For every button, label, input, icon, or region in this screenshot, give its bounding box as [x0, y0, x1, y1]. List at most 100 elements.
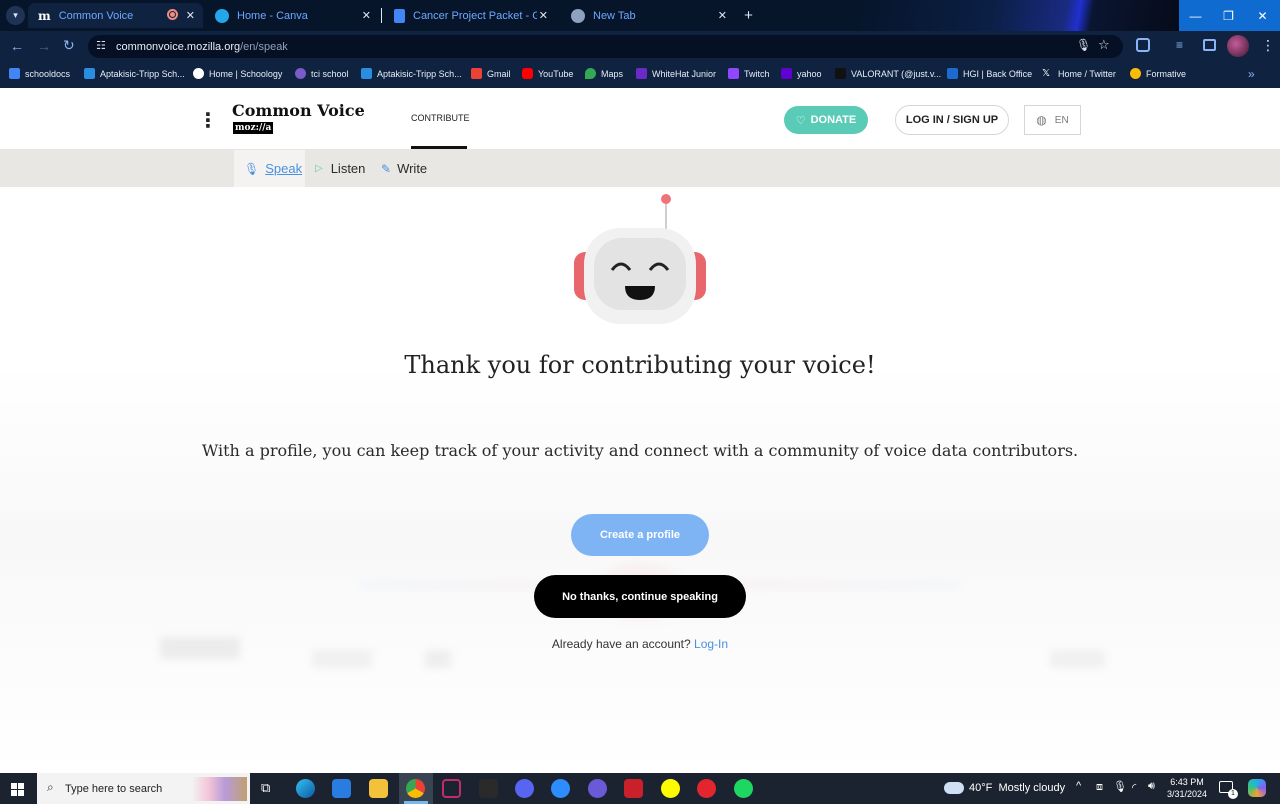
epic-games-icon[interactable]: [479, 779, 498, 798]
bookmark-label: HGI | Back Office: [963, 68, 1033, 79]
reload-icon[interactable]: ↻: [63, 37, 75, 54]
tab-common-voice[interactable]: m Common Voice ✕: [28, 3, 203, 28]
bookmark-star-icon[interactable]: ☆: [1098, 37, 1110, 53]
school-icon: [361, 68, 372, 79]
bookmark-label: tci school: [311, 68, 349, 79]
close-tab-icon[interactable]: ✕: [186, 9, 195, 22]
bookmark-item[interactable]: Maps: [585, 68, 623, 79]
clock-date: 3/31/2024: [1166, 789, 1208, 799]
bookmark-item[interactable]: yahoo: [781, 68, 822, 79]
subnav-listen[interactable]: ▷ Listen: [315, 150, 365, 187]
bookmark-item[interactable]: Gmail: [471, 68, 511, 79]
address-bar[interactable]: ☷ commonvoice.mozilla.org/en/speak 🎙 ☆: [88, 35, 1123, 58]
task-view-icon[interactable]: ⧉: [261, 780, 270, 796]
subnav-write[interactable]: ✎ Write: [381, 150, 427, 187]
chrome-icon[interactable]: [406, 779, 425, 798]
browser-menu-icon[interactable]: ⋮: [1261, 37, 1275, 54]
tray-microphone-icon[interactable]: 🎙︎: [1113, 780, 1127, 793]
bookmark-label: yahoo: [797, 68, 822, 79]
restore-button[interactable]: ❐: [1212, 0, 1245, 31]
login-signup-button[interactable]: LOG IN / SIGN UP: [895, 105, 1009, 135]
bookmark-item[interactable]: HGI | Back Office: [947, 68, 1032, 79]
notification-badge: 1: [1228, 789, 1238, 799]
microphone-icon[interactable]: 🎙: [1076, 38, 1091, 52]
minimize-icon: —: [1189, 8, 1202, 23]
donate-button[interactable]: ♡ DONATE: [784, 106, 868, 134]
language-selector[interactable]: ◍ EN: [1024, 105, 1081, 135]
continue-speaking-button[interactable]: No thanks, continue speaking: [534, 575, 746, 618]
back-arrow-icon[interactable]: ←: [10, 38, 24, 54]
spotify-icon[interactable]: [734, 779, 753, 798]
create-profile-button[interactable]: Create a profile: [571, 514, 709, 556]
bookmark-item[interactable]: Formative: [1130, 68, 1186, 79]
discord-icon[interactable]: [515, 779, 534, 798]
file-explorer-icon[interactable]: [369, 779, 388, 798]
tray-chevron-icon[interactable]: ^: [1076, 780, 1081, 792]
game-app-icon[interactable]: [624, 779, 643, 798]
more-bookmarks-icon[interactable]: »: [1248, 67, 1255, 81]
store-icon[interactable]: [332, 779, 351, 798]
new-tab-button[interactable]: +: [739, 6, 758, 25]
close-icon: ✕: [1257, 8, 1268, 23]
close-tab-icon[interactable]: ✕: [539, 9, 548, 22]
wifi-icon[interactable]: ◜: [1132, 781, 1136, 794]
bookmark-item[interactable]: schooldocs: [9, 68, 70, 79]
google-docs-icon: [394, 8, 405, 23]
windows-start-icon[interactable]: [11, 783, 24, 796]
recording-icon: [167, 9, 178, 20]
extensions-icon[interactable]: [1136, 38, 1150, 52]
volume-icon[interactable]: 🔊︎: [1148, 780, 1155, 793]
app-icon[interactable]: [442, 779, 461, 798]
snapchat-icon[interactable]: [661, 779, 680, 798]
bookmark-item[interactable]: 𝕏 Home / Twitter: [1042, 68, 1116, 79]
hgi-icon: [947, 68, 958, 79]
weather-text[interactable]: 40°F Mostly cloudy: [969, 782, 1065, 794]
tab-search-button[interactable]: ▾: [6, 6, 25, 25]
nav-contribute[interactable]: CONTRIBUTE: [411, 113, 470, 123]
side-panel-icon[interactable]: [1203, 39, 1216, 51]
edge-icon[interactable]: [296, 779, 315, 798]
background-ghost: [425, 650, 451, 668]
tab-google-docs[interactable]: Cancer Project Packet - Google Docs ✕: [384, 3, 556, 28]
tab-label: Common Voice: [58, 9, 134, 22]
site-menu-icon[interactable]: ⋮: [198, 108, 218, 133]
close-tab-icon[interactable]: ✕: [718, 9, 727, 22]
login-link[interactable]: Log-In: [694, 637, 728, 651]
bookmark-item[interactable]: VALORANT (@just.v...: [835, 68, 941, 79]
bookmark-item[interactable]: Aptakisic-Tripp Sch...: [361, 68, 462, 79]
tray-app-icon[interactable]: ⧈: [1096, 781, 1103, 794]
close-window-button[interactable]: ✕: [1245, 0, 1280, 31]
bookmark-item[interactable]: WhiteHat Junior: [636, 68, 716, 79]
bookmark-item[interactable]: Home | Schoology: [193, 68, 282, 79]
bookmark-item[interactable]: YouTube: [522, 68, 573, 79]
subnav-label: Write: [397, 161, 428, 176]
copilot-icon[interactable]: [1248, 779, 1266, 797]
close-tab-icon[interactable]: ✕: [362, 9, 371, 22]
subnav-speak[interactable]: 🎙︎ Speak: [234, 150, 305, 187]
school-icon: [84, 68, 95, 79]
bookmark-item[interactable]: Twitch: [728, 68, 770, 79]
tab-new-tab[interactable]: New Tab ✕: [561, 3, 735, 28]
search-highlight-illustration: [192, 777, 247, 801]
media-controls-icon[interactable]: ≡: [1176, 38, 1183, 52]
profile-avatar[interactable]: [1227, 35, 1249, 57]
chat-app-icon[interactable]: [697, 779, 716, 798]
bookmark-item[interactable]: tci school: [295, 68, 349, 79]
bookmark-label: YouTube: [538, 68, 574, 79]
minimize-button[interactable]: —: [1179, 0, 1212, 31]
subnav-label: Listen: [330, 161, 366, 176]
forward-arrow-icon[interactable]: →: [37, 38, 51, 54]
tab-canva[interactable]: Home - Canva ✕: [205, 3, 379, 28]
bookmark-label: Home / Twitter: [1058, 68, 1116, 79]
site-info-icon[interactable]: ☷: [96, 39, 106, 52]
media-player-icon[interactable]: [588, 779, 607, 798]
tab-strip-background: [860, 0, 1190, 31]
taskbar-search-box[interactable]: ⌕ Type here to search: [37, 773, 250, 804]
heart-icon: ♡: [795, 114, 806, 127]
zoom-icon[interactable]: [551, 779, 570, 798]
windows-taskbar: ⌕ Type here to search ⧉ 40°F Mostly clou…: [0, 773, 1280, 804]
brand-title[interactable]: Common Voice: [232, 101, 365, 120]
bookmark-item[interactable]: Aptakisic-Tripp Sch...: [84, 68, 185, 79]
robot-mascot-illustration: [574, 194, 706, 324]
clock[interactable]: 6:43 PM 3/31/2024: [1166, 776, 1208, 800]
